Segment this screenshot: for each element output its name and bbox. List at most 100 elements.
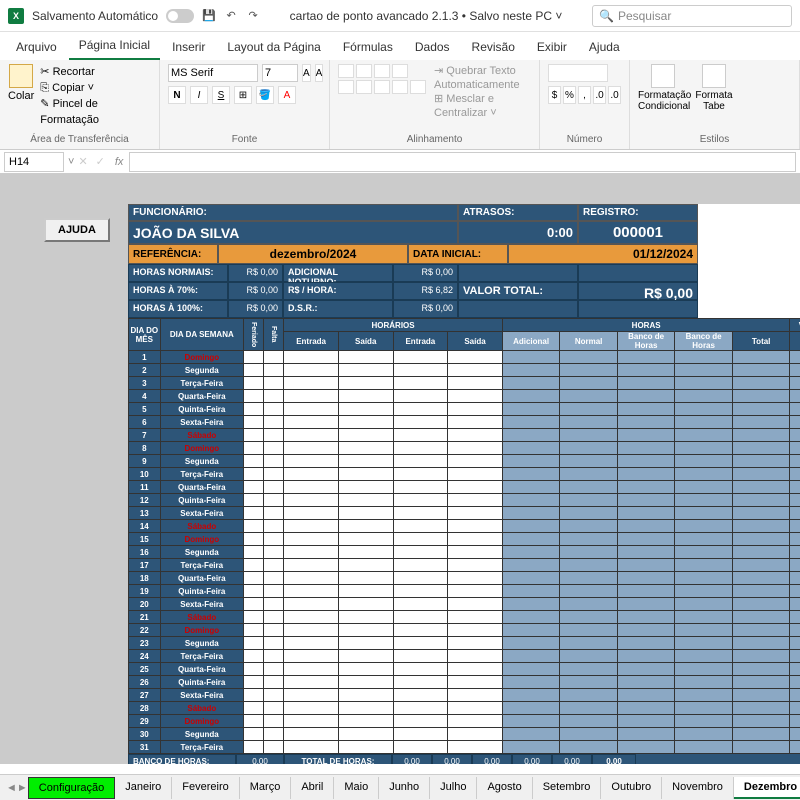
menubar: ArquivoPágina InicialInserirLayout da Pá…	[0, 32, 800, 60]
help-button[interactable]: AJUDA	[44, 218, 110, 242]
table-row: 19Quinta-Feira	[129, 585, 800, 598]
align-center-button[interactable]	[356, 80, 372, 94]
sheet-tab-abril[interactable]: Abril	[291, 777, 334, 799]
table-row: 15Domingo	[129, 533, 800, 546]
data-inicial-label: DATA INICIAL:	[408, 244, 508, 264]
italic-button[interactable]: I	[190, 86, 208, 104]
align-right-button[interactable]	[374, 80, 390, 94]
increase-font-button[interactable]: A	[302, 64, 311, 82]
wrap-text-button[interactable]: ⇥ Quebrar Texto Automaticamente	[434, 64, 531, 92]
menu-ajuda[interactable]: Ajuda	[579, 36, 630, 60]
cond-fmt-icon	[651, 64, 675, 88]
table-row: 5Quinta-Feira	[129, 403, 800, 416]
registro-label: REGISTRO:	[578, 204, 698, 221]
font-color-button[interactable]: A	[278, 86, 296, 104]
format-painter-button[interactable]: ✎ Pincel de Formatação	[40, 96, 151, 128]
atrasos-value: 0:00	[458, 221, 578, 244]
menu-dados[interactable]: Dados	[405, 36, 460, 60]
tab-nav-prev[interactable]: ◄	[6, 782, 17, 794]
sheet-tab-setembro[interactable]: Setembro	[533, 777, 602, 799]
orientation-button[interactable]	[392, 64, 408, 78]
table-row: 6Sexta-Feira	[129, 416, 800, 429]
sheet-tab-configuração[interactable]: Configuração	[28, 777, 115, 799]
sheet-tab-outubro[interactable]: Outubro	[601, 777, 662, 799]
worksheet-area[interactable]: AJUDA FUNCIONÁRIO: ATRASOS: REGISTRO: JO…	[0, 174, 800, 764]
fill-color-button[interactable]: 🪣	[256, 86, 274, 104]
font-name-select[interactable]	[168, 64, 258, 82]
formula-input[interactable]	[129, 152, 796, 172]
copy-button[interactable]: ⎘ Copiar ˅	[40, 80, 151, 96]
table-row: 1Domingo	[129, 351, 800, 364]
fx-icon[interactable]: fx	[109, 156, 130, 168]
bold-button[interactable]: N	[168, 86, 186, 104]
align-left-button[interactable]	[338, 80, 354, 94]
menu-arquivo[interactable]: Arquivo	[6, 36, 67, 60]
registro-value: 000001	[578, 221, 698, 244]
font-size-select[interactable]	[262, 64, 298, 82]
table-row: 20Sexta-Feira	[129, 598, 800, 611]
fmt-table-icon	[702, 64, 726, 88]
menu-inserir[interactable]: Inserir	[162, 36, 215, 60]
referencia-label: REFERÊNCIA:	[128, 244, 218, 264]
table-row: 12Quinta-Feira	[129, 494, 800, 507]
styles-group-label: Estilos	[638, 134, 791, 145]
sheet-tab-dezembro[interactable]: Dezembro	[734, 777, 800, 799]
cancel-icon[interactable]: ✕	[74, 155, 91, 168]
table-row: 14Sábado	[129, 520, 800, 533]
table-row: 29Domingo	[129, 715, 800, 728]
valor-total-value: R$ 0,00	[578, 282, 698, 300]
menu-página-inicial[interactable]: Página Inicial	[69, 34, 160, 60]
save-icon[interactable]: 💾	[202, 9, 216, 23]
sheet-tab-novembro[interactable]: Novembro	[662, 777, 734, 799]
autosave-toggle[interactable]	[166, 9, 194, 23]
number-format-select[interactable]	[548, 64, 608, 82]
search-input[interactable]: 🔍 Pesquisar	[592, 5, 792, 27]
atrasos-label: ATRASOS:	[458, 204, 578, 221]
conditional-formatting-button[interactable]: Formatação Condicional	[638, 64, 688, 112]
table-row: 4Quarta-Feira	[129, 390, 800, 403]
menu-layout-da-página[interactable]: Layout da Página	[217, 36, 330, 60]
table-row: 31Terça-Feira	[129, 741, 800, 754]
menu-exibir[interactable]: Exibir	[527, 36, 577, 60]
percent-button[interactable]: %	[563, 86, 576, 104]
table-row: 10Terça-Feira	[129, 468, 800, 481]
decrease-font-button[interactable]: A	[315, 64, 324, 82]
dec-decimal-button[interactable]: .0	[608, 86, 621, 104]
menu-fórmulas[interactable]: Fórmulas	[333, 36, 403, 60]
autosave-label: Salvamento Automático	[32, 9, 158, 23]
table-row: 7Sábado	[129, 429, 800, 442]
merge-button[interactable]: ⊞ Mesclar e Centralizar ˅	[434, 92, 531, 120]
data-inicial-value: 01/12/2024	[508, 244, 698, 264]
sheet-tab-fevereiro[interactable]: Fevereiro	[172, 777, 239, 799]
sheet-tab-junho[interactable]: Junho	[379, 777, 430, 799]
excel-icon: X	[8, 8, 24, 24]
indent-inc-button[interactable]	[410, 80, 426, 94]
align-bottom-button[interactable]	[374, 64, 390, 78]
paste-button[interactable]: Colar	[8, 64, 34, 128]
table-row: 11Quarta-Feira	[129, 481, 800, 494]
totals-row: BANCO DE HORAS: 0,00 TOTAL DE HORAS: 0,0…	[128, 754, 800, 764]
border-button[interactable]: ⊞	[234, 86, 252, 104]
tab-nav-next[interactable]: ►	[17, 782, 28, 794]
sheet-tab-março[interactable]: Março	[240, 777, 292, 799]
align-top-button[interactable]	[338, 64, 354, 78]
inc-decimal-button[interactable]: .0	[593, 86, 606, 104]
table-row: 3Terça-Feira	[129, 377, 800, 390]
sheet-tab-maio[interactable]: Maio	[334, 777, 379, 799]
format-as-table-button[interactable]: Formata Tabe	[694, 64, 734, 112]
cut-button[interactable]: ✂ Recortar	[40, 64, 151, 80]
currency-button[interactable]: $	[548, 86, 561, 104]
sheet-tab-janeiro[interactable]: Janeiro	[115, 777, 172, 799]
align-middle-button[interactable]	[356, 64, 372, 78]
undo-icon[interactable]: ↶	[224, 9, 238, 23]
redo-icon[interactable]: ↷	[246, 9, 260, 23]
name-box[interactable]	[4, 152, 64, 172]
sheet-tab-agosto[interactable]: Agosto	[477, 777, 532, 799]
confirm-icon[interactable]: ✓	[92, 155, 109, 168]
table-row: 30Segunda	[129, 728, 800, 741]
sheet-tab-julho[interactable]: Julho	[430, 777, 477, 799]
indent-dec-button[interactable]	[392, 80, 408, 94]
menu-revisão[interactable]: Revisão	[462, 36, 525, 60]
comma-button[interactable]: ,	[578, 86, 591, 104]
underline-button[interactable]: S	[212, 86, 230, 104]
